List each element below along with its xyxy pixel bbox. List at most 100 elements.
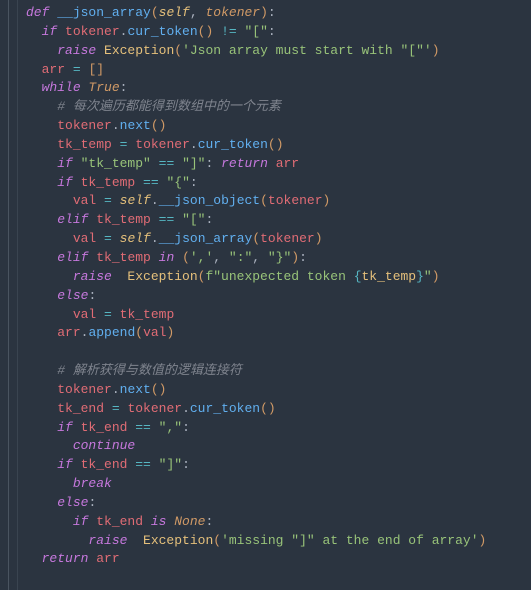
token-punc — [151, 156, 159, 171]
token-str: "tk_temp" — [81, 156, 151, 171]
code-line[interactable]: if tokener.cur_token() != "[": — [26, 23, 486, 42]
token-kw: return — [42, 551, 97, 566]
code-line[interactable]: raise Exception(f"unexpected token {tk_t… — [26, 268, 486, 287]
token-op: == — [159, 156, 175, 171]
token-brk: () — [268, 137, 284, 152]
code-area[interactable]: def __json_array(self, tokener): if toke… — [18, 0, 486, 590]
token-call: __json_object — [159, 193, 260, 208]
token-self: self — [120, 231, 151, 246]
token-op: == — [143, 175, 159, 190]
code-line[interactable]: else: — [26, 494, 486, 513]
code-line[interactable]: tk_end = tokener.cur_token() — [26, 400, 486, 419]
token-var: val — [73, 193, 104, 208]
code-line[interactable]: elif tk_temp == "[": — [26, 211, 486, 230]
code-line[interactable] — [26, 343, 486, 362]
code-line[interactable]: while True: — [26, 79, 486, 98]
code-line[interactable]: tokener.next() — [26, 117, 486, 136]
token-brk: ) — [323, 193, 331, 208]
code-line[interactable]: elif tk_temp in (',', ":", "}"): — [26, 249, 486, 268]
code-line[interactable]: arr = [] — [26, 61, 486, 80]
token-punc — [112, 231, 120, 246]
token-var: arr — [96, 551, 119, 566]
token-brk: ( — [151, 5, 159, 20]
token-var: val — [143, 325, 166, 340]
token-brk: ) — [291, 250, 299, 265]
fold-gutter[interactable] — [0, 0, 18, 590]
token-brk: () — [151, 118, 167, 133]
code-line[interactable]: val = self.__json_array(tokener) — [26, 230, 486, 249]
token-var: tk_temp — [81, 175, 143, 190]
token-comment: # 解析获得与数值的逻辑连接符 — [57, 363, 242, 378]
token-str: "," — [159, 420, 182, 435]
token-op: != — [221, 24, 237, 39]
code-line[interactable]: # 每次遍历都能得到数组中的一个元素 — [26, 98, 486, 117]
token-var: tokener — [65, 24, 120, 39]
code-line[interactable]: if tk_end == ",": — [26, 419, 486, 438]
token-punc: : — [205, 156, 221, 171]
token-kw: raise — [57, 43, 104, 58]
token-punc: . — [182, 401, 190, 416]
token-brk: ) — [432, 269, 440, 284]
token-op: = — [104, 307, 112, 322]
token-punc: : — [88, 288, 96, 303]
token-var: tokener — [127, 401, 182, 416]
token-fstr-int: tk_temp — [362, 269, 417, 284]
code-line[interactable]: raise Exception('Json array must start w… — [26, 42, 486, 61]
token-self: self — [120, 193, 151, 208]
code-line[interactable]: if tk_temp == "{": — [26, 174, 486, 193]
token-punc — [174, 156, 182, 171]
token-op: == — [135, 420, 151, 435]
token-punc: , — [190, 5, 206, 20]
token-kw: if — [57, 175, 80, 190]
token-kw: if — [57, 156, 80, 171]
code-editor[interactable]: def __json_array(self, tokener): if toke… — [0, 0, 531, 590]
token-kw: return — [221, 156, 276, 171]
token-call: cur_token — [190, 401, 260, 416]
code-line[interactable]: return arr — [26, 550, 486, 569]
token-var: tk_end — [81, 457, 136, 472]
token-punc: : — [268, 5, 276, 20]
code-line[interactable]: val = tk_temp — [26, 306, 486, 325]
token-brk: ) — [432, 43, 440, 58]
code-line[interactable]: else: — [26, 287, 486, 306]
token-var: tk_end — [81, 420, 136, 435]
code-line[interactable]: if tk_end is None: — [26, 513, 486, 532]
token-kw: if — [73, 514, 96, 529]
code-line[interactable]: if "tk_temp" == "]": return arr — [26, 155, 486, 174]
token-str: ":" — [229, 250, 252, 265]
code-line[interactable]: arr.append(val) — [26, 324, 486, 343]
token-str: "[" — [244, 24, 267, 39]
token-builtin: Exception — [143, 533, 213, 548]
token-kw: while — [42, 80, 89, 95]
token-var: tk_temp — [120, 307, 175, 322]
code-line[interactable]: break — [26, 475, 486, 494]
token-punc: . — [151, 193, 159, 208]
code-line[interactable]: # 解析获得与数值的逻辑连接符 — [26, 362, 486, 381]
token-kw: raise — [88, 533, 143, 548]
code-line[interactable]: if tk_end == "]": — [26, 456, 486, 475]
token-var: tk_end — [57, 401, 112, 416]
token-var: val — [73, 231, 104, 246]
token-punc: : — [268, 24, 276, 39]
code-line[interactable]: tokener.next() — [26, 381, 486, 400]
token-str: f"unexpected token — [205, 269, 353, 284]
token-var: tk_end — [96, 514, 151, 529]
token-none: True — [88, 80, 119, 95]
token-op: == — [135, 457, 151, 472]
token-call: cur_token — [127, 24, 197, 39]
token-param: tokener — [205, 5, 260, 20]
code-line[interactable]: continue — [26, 437, 486, 456]
token-brk: ) — [479, 533, 487, 548]
code-line[interactable]: tk_temp = tokener.cur_token() — [26, 136, 486, 155]
code-line[interactable]: val = self.__json_object(tokener) — [26, 192, 486, 211]
token-fn: __json_array — [57, 5, 151, 20]
token-kw: else — [57, 495, 88, 510]
token-punc — [112, 193, 120, 208]
code-line[interactable]: raise Exception('missing "]" at the end … — [26, 532, 486, 551]
token-str: " — [424, 269, 432, 284]
token-punc: . — [112, 382, 120, 397]
token-kw: if — [57, 420, 80, 435]
token-brk: () — [260, 401, 276, 416]
code-line[interactable]: def __json_array(self, tokener): — [26, 4, 486, 23]
token-var: arr — [276, 156, 299, 171]
